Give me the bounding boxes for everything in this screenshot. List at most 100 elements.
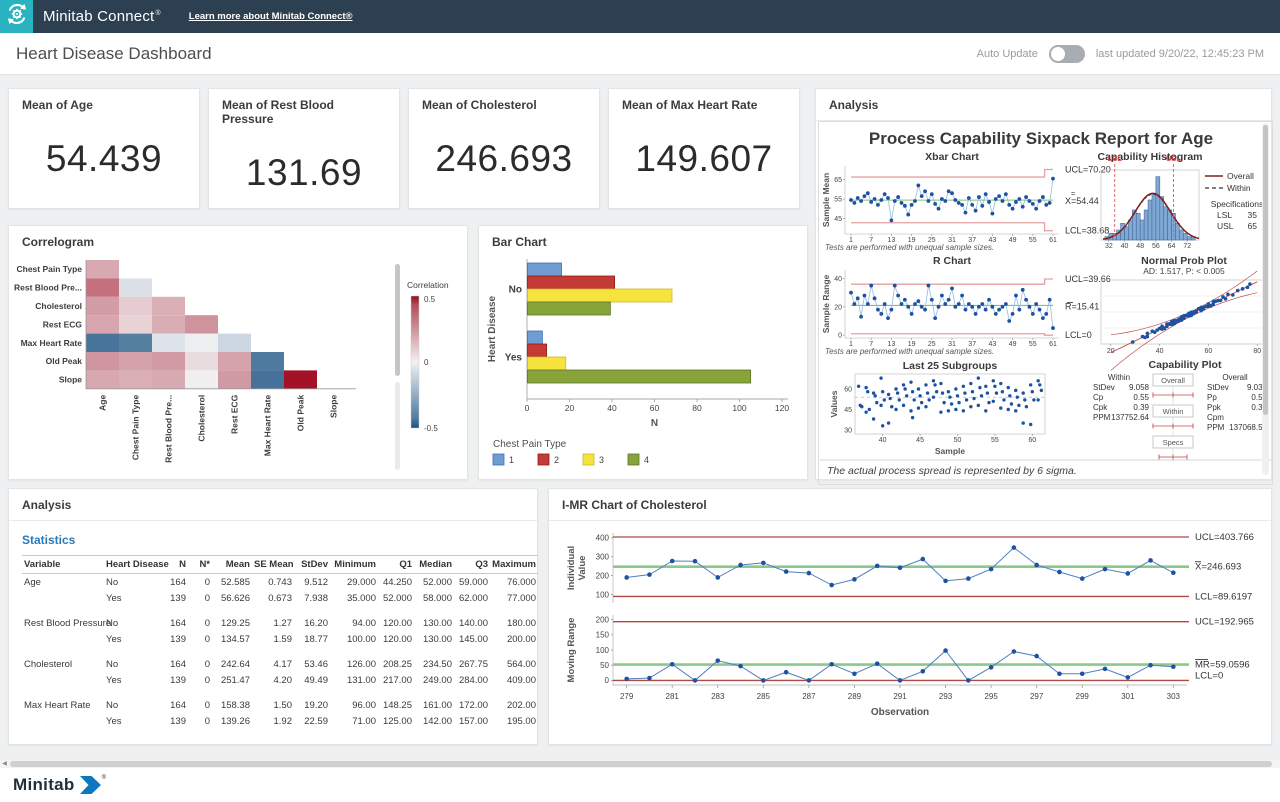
svg-text:137752.64: 137752.64 bbox=[1111, 413, 1149, 422]
page-title: Heart Disease Dashboard bbox=[16, 44, 212, 64]
card-title: Bar Chart bbox=[479, 226, 807, 249]
svg-text:50: 50 bbox=[600, 661, 609, 670]
svg-text:287: 287 bbox=[802, 692, 816, 701]
svg-text:StDev: StDev bbox=[1093, 383, 1115, 392]
svg-text:Values: Values bbox=[829, 390, 839, 417]
minitab-footer-logo: Minitab ® bbox=[13, 775, 106, 799]
svg-text:65: 65 bbox=[834, 177, 842, 184]
svg-text:20: 20 bbox=[1107, 348, 1115, 355]
svg-text:UCL=70.20: UCL=70.20 bbox=[1065, 164, 1111, 174]
sixpack-report: Process Capability Sixpack Report for Ag… bbox=[818, 121, 1273, 485]
correlogram-canvas: Chest Pain Type Rest Blood Pre... Choleste… bbox=[9, 250, 469, 478]
svg-text:0: 0 bbox=[605, 676, 610, 685]
svg-text:R Chart: R Chart bbox=[933, 255, 971, 267]
svg-text:2: 2 bbox=[554, 455, 559, 465]
correlogram-chart: Chest Pain Type Rest Blood Pre... Choleste… bbox=[9, 250, 469, 483]
svg-text:61: 61 bbox=[1049, 341, 1057, 348]
svg-text:PPM: PPM bbox=[1093, 413, 1111, 422]
svg-text:283: 283 bbox=[711, 692, 725, 701]
kpi-value: 149.607 bbox=[609, 138, 799, 180]
analysis-card-scrollbar[interactable] bbox=[1262, 123, 1269, 475]
svg-text:50: 50 bbox=[954, 437, 962, 444]
page-footer: Minitab ® bbox=[0, 768, 1280, 802]
svg-text:Rest Blood Pre...: Rest Blood Pre... bbox=[164, 395, 174, 463]
svg-text:Cholesterol: Cholesterol bbox=[35, 301, 82, 311]
svg-text:Tests are performed with unequ: Tests are performed with unequal sample … bbox=[825, 347, 994, 356]
svg-text:LCL=89.6197: LCL=89.6197 bbox=[1195, 591, 1252, 602]
svg-text:Within: Within bbox=[1163, 407, 1184, 416]
bar-chart-card: Bar Chart NoYes020406080100120Heart Dise… bbox=[478, 225, 808, 480]
svg-text:285: 285 bbox=[757, 692, 771, 701]
svg-text:Cp: Cp bbox=[1093, 393, 1104, 402]
horizontal-scrollbar[interactable]: ◀ bbox=[0, 760, 1280, 768]
svg-text:Correlation: Correlation bbox=[407, 280, 449, 290]
svg-text:The actual process spread is r: The actual process spread is represented… bbox=[827, 465, 1077, 477]
svg-text:Within: Within bbox=[1108, 373, 1130, 382]
table-row: CholesterolNo1640242.644.1753.46126.0020… bbox=[22, 656, 538, 672]
svg-text:0: 0 bbox=[838, 333, 842, 340]
svg-text:289: 289 bbox=[848, 692, 862, 701]
svg-text:400: 400 bbox=[596, 534, 610, 543]
svg-text:Chest Pain Type: Chest Pain Type bbox=[17, 264, 83, 274]
svg-text:USL: USL bbox=[1166, 154, 1181, 163]
svg-text:49: 49 bbox=[1009, 237, 1017, 244]
svg-text:Cpk: Cpk bbox=[1093, 403, 1108, 412]
learn-more-link[interactable]: Learn more about Minitab Connect® bbox=[189, 11, 353, 22]
svg-text:45: 45 bbox=[916, 437, 924, 444]
svg-text:303: 303 bbox=[1167, 692, 1181, 701]
svg-text:Old Peak: Old Peak bbox=[296, 395, 306, 432]
card-title: Correlogram bbox=[9, 226, 467, 249]
svg-text:Tests are performed with unequ: Tests are performed with unequal sample … bbox=[825, 243, 994, 252]
svg-text:R=15.41: R=15.41 bbox=[1065, 301, 1099, 311]
svg-text:Sample: Sample bbox=[935, 446, 966, 456]
svg-text:297: 297 bbox=[1030, 692, 1044, 701]
top-navbar: Minitab Connect® Learn more about Minita… bbox=[0, 0, 1280, 33]
svg-text:293: 293 bbox=[939, 692, 953, 701]
svg-text:Specs: Specs bbox=[1163, 438, 1184, 447]
imr-canvas: 100200300400IndividualValueUCL=403.766X=… bbox=[550, 519, 1272, 737]
toggle-knob bbox=[1051, 47, 1065, 61]
bar-chart: NoYes020406080100120Heart DiseaseNChest … bbox=[479, 251, 809, 478]
svg-text:55: 55 bbox=[1029, 237, 1037, 244]
svg-text:Age: Age bbox=[98, 395, 108, 411]
svg-text:40: 40 bbox=[607, 403, 617, 413]
svg-text:65: 65 bbox=[1248, 221, 1258, 231]
svg-text:UCL=39.66: UCL=39.66 bbox=[1065, 274, 1111, 284]
horizontal-scrollbar-thumb[interactable] bbox=[10, 761, 1272, 767]
bar-chart-canvas: NoYes020406080100120Heart DiseaseNChest … bbox=[479, 251, 809, 473]
svg-text:0.39: 0.39 bbox=[1133, 403, 1149, 412]
svg-text:1: 1 bbox=[509, 455, 514, 465]
svg-text:60: 60 bbox=[650, 403, 660, 413]
svg-text:300: 300 bbox=[596, 552, 610, 561]
kpi-title: Mean of Cholesterol bbox=[409, 89, 599, 112]
svg-text:60: 60 bbox=[1028, 437, 1036, 444]
svg-text:Capability Plot: Capability Plot bbox=[1149, 359, 1222, 371]
svg-text:USL: USL bbox=[1217, 221, 1234, 231]
svg-text:20: 20 bbox=[565, 403, 575, 413]
svg-text:55: 55 bbox=[1029, 341, 1037, 348]
auto-update-toggle[interactable] bbox=[1049, 45, 1085, 63]
svg-text:Observation: Observation bbox=[871, 707, 929, 718]
svg-text:Sample Range: Sample Range bbox=[821, 274, 831, 333]
svg-text:Max Heart Rate: Max Heart Rate bbox=[263, 395, 273, 457]
svg-text:100: 100 bbox=[596, 646, 610, 655]
svg-text:0.5: 0.5 bbox=[424, 295, 436, 304]
svg-text:Cpm: Cpm bbox=[1207, 413, 1224, 422]
card-title: Analysis bbox=[816, 89, 1271, 112]
svg-text:Old Peak: Old Peak bbox=[46, 356, 83, 366]
analysis-sixpack-card: Analysis Process Capability Sixpack Repo… bbox=[815, 88, 1272, 480]
svg-text:20: 20 bbox=[834, 304, 842, 311]
analysis-statistics-card: Analysis Statistics VariableHeart Diseas… bbox=[8, 488, 538, 745]
svg-text:295: 295 bbox=[984, 692, 998, 701]
svg-text:Specifications: Specifications bbox=[1211, 199, 1263, 209]
svg-text:Ppk: Ppk bbox=[1207, 403, 1222, 412]
card-title: Analysis bbox=[9, 489, 537, 512]
svg-text:100: 100 bbox=[732, 403, 746, 413]
scroll-left-arrow-icon[interactable]: ◀ bbox=[0, 760, 9, 768]
svg-text:Overall: Overall bbox=[1161, 376, 1185, 385]
kpi-value: 246.693 bbox=[409, 138, 599, 180]
svg-text:Chest Pain Type: Chest Pain Type bbox=[493, 439, 567, 450]
svg-text:40: 40 bbox=[879, 437, 887, 444]
svg-text:Value: Value bbox=[577, 556, 588, 581]
kpi-card-mean-rest-bp: Mean of Rest Blood Pressure 131.69 bbox=[208, 88, 400, 209]
